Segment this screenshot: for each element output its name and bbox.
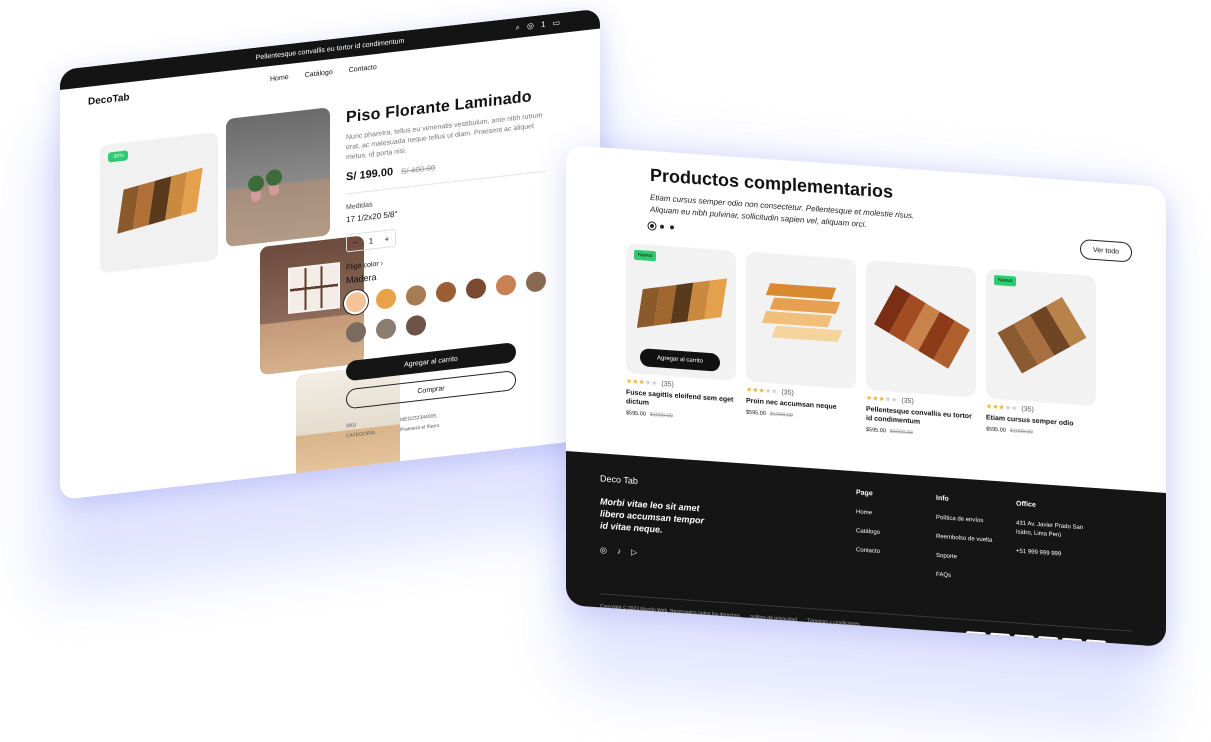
footer-col-info: Info Política de envíos Reembolso de vue… bbox=[936, 495, 992, 594]
plank-stack-image bbox=[761, 283, 843, 358]
product-detail: -30% Piso Florante Laminado Nunc pharetr… bbox=[60, 58, 600, 500]
footer-col-page: Page Home Catálogo Contacto bbox=[856, 489, 880, 567]
color-swatch[interactable] bbox=[496, 274, 516, 297]
product-image-main[interactable]: -30% bbox=[100, 131, 218, 274]
product-carousel: Nuevo Agregar al carrito ★★★★★ (35) Fusce… bbox=[626, 243, 1096, 449]
search-icon[interactable]: ⌕ bbox=[516, 23, 520, 34]
cart-count-badge: 1 bbox=[540, 19, 546, 30]
bag-icon[interactable]: ▭ bbox=[552, 18, 560, 29]
color-swatch[interactable] bbox=[466, 277, 486, 300]
product-price: $595.00 bbox=[986, 426, 1006, 434]
color-swatch[interactable] bbox=[346, 291, 366, 314]
footer-link-contact[interactable]: Contacto bbox=[856, 546, 880, 557]
nav-contact[interactable]: Contacto bbox=[349, 64, 377, 74]
product-name[interactable]: Pellentesque convallis eu tortor id cond… bbox=[866, 405, 976, 431]
footer-link-home[interactable]: Home bbox=[856, 508, 880, 519]
plant-image bbox=[248, 174, 264, 193]
pot-image bbox=[251, 191, 261, 203]
youtube-icon[interactable]: ▷ bbox=[631, 548, 637, 557]
footer-link-refund[interactable]: Reembolso de vuelta bbox=[936, 533, 992, 546]
carousel-dot[interactable] bbox=[670, 225, 674, 230]
product-price: $595.00 bbox=[866, 426, 886, 435]
footer-link-shipping[interactable]: Política de envíos bbox=[936, 514, 992, 527]
product-old-price: $1000.00 bbox=[889, 428, 913, 437]
product-price: $595.00 bbox=[626, 410, 646, 418]
qty-value[interactable]: 1 bbox=[369, 236, 373, 246]
office-phone[interactable]: +51 999 999 999 bbox=[1016, 547, 1086, 561]
pot-image bbox=[269, 185, 279, 197]
laminate-planks-image bbox=[636, 278, 728, 328]
color-swatch[interactable] bbox=[346, 321, 366, 344]
color-swatch[interactable] bbox=[526, 270, 546, 293]
footer-heading: Info bbox=[936, 494, 949, 503]
new-badge: Nuevo bbox=[994, 274, 1017, 287]
window-image bbox=[288, 262, 340, 315]
product-old-price: $1000.00 bbox=[649, 411, 673, 420]
product-image[interactable] bbox=[746, 251, 856, 390]
color-label-text: Elige color bbox=[346, 260, 379, 272]
review-count: (35) bbox=[661, 380, 674, 389]
product-card[interactable]: Nuevo Agregar al carrito ★★★★★ (35) Fusce… bbox=[626, 243, 736, 424]
color-swatch[interactable] bbox=[376, 317, 396, 340]
product-card[interactable]: ★★★★★ (35) Proin nec accumsan neque $595.… bbox=[746, 251, 856, 433]
color-swatch[interactable] bbox=[436, 280, 456, 304]
footer-tagline: Morbi vitae leo sit amet libero accumsan… bbox=[600, 496, 705, 535]
product-image[interactable]: Nuevo bbox=[986, 268, 1096, 407]
user-icon[interactable]: ◎ bbox=[527, 21, 534, 32]
product-image[interactable]: Nuevo Agregar al carrito bbox=[626, 243, 736, 381]
quantity-stepper: − 1 + bbox=[346, 228, 396, 253]
product-old-price: S/ 400.00 bbox=[401, 163, 436, 177]
color-swatch[interactable] bbox=[406, 284, 426, 307]
qty-decrement-button[interactable]: − bbox=[353, 238, 358, 248]
color-swatch[interactable] bbox=[376, 287, 396, 310]
footer-heading: Page bbox=[856, 489, 873, 498]
laminate-planks-image bbox=[117, 167, 203, 234]
review-count: (35) bbox=[1021, 405, 1034, 414]
nav-catalog[interactable]: Catálogo bbox=[305, 69, 333, 79]
laminate-planks-image bbox=[997, 297, 1087, 374]
discount-badge: -30% bbox=[108, 150, 128, 163]
office-address: 431 Av. Javier Prado San Isidro, Lima Pe… bbox=[1016, 520, 1084, 539]
product-name[interactable]: Fusce sagittis eleifend sem eget dictum bbox=[626, 388, 736, 414]
review-count: (35) bbox=[781, 389, 794, 397]
product-page-preview: Pellentesque convallis eu tortor id cond… bbox=[60, 8, 600, 501]
footer-link-faqs[interactable]: FAQs bbox=[936, 571, 992, 584]
product-info: Piso Florante Laminado Nunc pharetra, te… bbox=[346, 82, 586, 439]
footer-link-support[interactable]: Soporte bbox=[936, 552, 992, 565]
add-to-cart-button[interactable]: Agregar al carrito bbox=[640, 348, 720, 372]
product-image-room-gray[interactable] bbox=[226, 107, 330, 248]
product-old-price: $1000.00 bbox=[1009, 428, 1033, 436]
product-old-price: $1000.00 bbox=[769, 411, 793, 419]
logo[interactable]: DecoTab bbox=[88, 92, 130, 108]
footer-heading: Office bbox=[1016, 500, 1036, 509]
laminate-planks-image bbox=[874, 285, 970, 369]
qty-increment-button[interactable]: + bbox=[385, 234, 390, 244]
plant-image bbox=[266, 168, 282, 187]
product-image[interactable] bbox=[866, 259, 976, 398]
color-swatch[interactable] bbox=[406, 314, 426, 337]
nav-home[interactable]: Home bbox=[270, 74, 289, 83]
product-price: S/ 199.00 bbox=[346, 166, 394, 184]
product-card[interactable]: Nuevo ★★★★★ (35) Etiam cursus semper odio… bbox=[986, 268, 1096, 449]
review-count: (35) bbox=[901, 397, 914, 406]
chevron-right-icon: › bbox=[380, 260, 383, 268]
new-badge: Nuevo bbox=[634, 249, 657, 262]
product-card[interactable]: ★★★★★ (35) Pellentesque convallis eu tort… bbox=[866, 259, 976, 441]
view-all-button[interactable]: Ver todo bbox=[1080, 238, 1132, 263]
instagram-icon[interactable]: ◎ bbox=[600, 545, 607, 554]
footer-col-office: Office 431 Av. Javier Prado San Isidro, … bbox=[1016, 500, 1086, 571]
product-price: $595.00 bbox=[746, 409, 766, 417]
tiktok-icon[interactable]: ♪ bbox=[617, 547, 621, 556]
carousel-dot[interactable] bbox=[650, 223, 654, 229]
carousel-dot[interactable] bbox=[660, 224, 664, 229]
related-products-preview: Productos complementarios Etiam cursus s… bbox=[566, 145, 1166, 647]
footer-link-catalog[interactable]: Catálogo bbox=[856, 527, 880, 538]
